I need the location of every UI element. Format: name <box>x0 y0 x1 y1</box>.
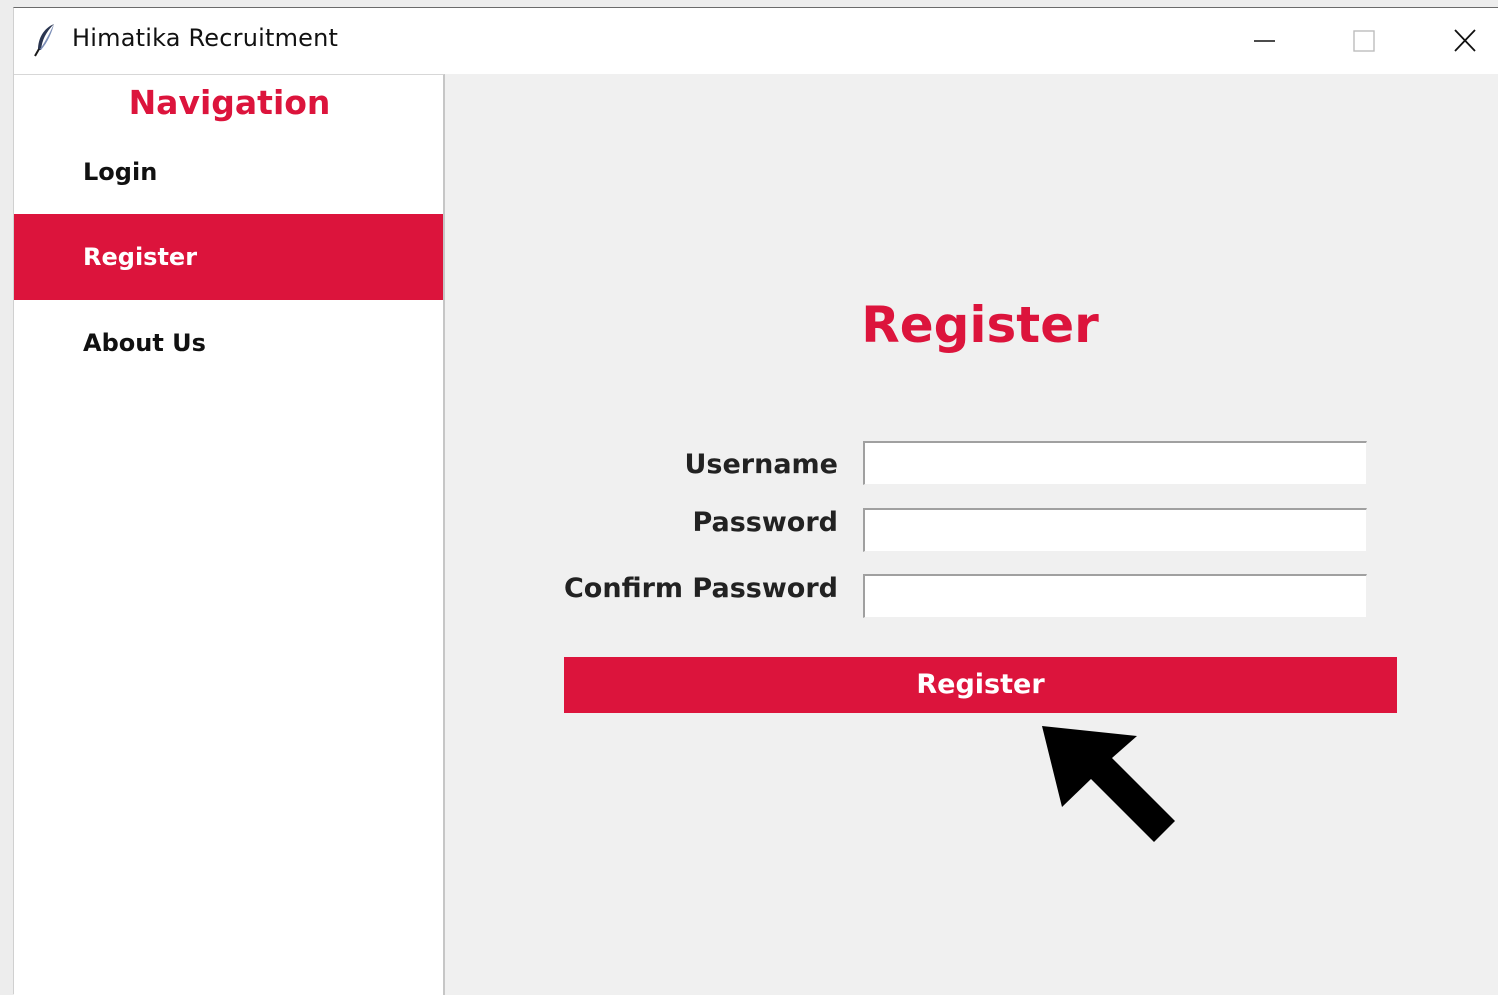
navigation-sidebar: Navigation Login Register About Us <box>14 74 445 995</box>
confirm-password-field[interactable] <box>863 574 1367 618</box>
register-button[interactable]: Register <box>564 657 1397 713</box>
maximize-icon <box>1353 30 1375 52</box>
minimize-button[interactable] <box>1214 8 1314 74</box>
sidebar-item-about-us[interactable]: About Us <box>14 300 443 386</box>
password-label: Password <box>692 507 838 538</box>
minimize-icon <box>1254 40 1275 42</box>
password-field[interactable] <box>863 508 1367 552</box>
arrow-pointer-icon <box>1042 726 1175 842</box>
sidebar-item-login[interactable]: Login <box>14 129 443 215</box>
username-field[interactable] <box>863 441 1367 485</box>
title-bar: Himatika Recruitment <box>14 8 1498 74</box>
window-title: Himatika Recruitment <box>72 24 339 52</box>
page-title: Register <box>861 296 1099 354</box>
app-window: Himatika Recruitment Navigation Login Re… <box>13 7 1498 995</box>
close-button[interactable] <box>1414 8 1498 74</box>
navigation-heading: Navigation <box>128 83 331 122</box>
sidebar-item-register[interactable]: Register <box>14 214 443 300</box>
register-panel: Register Username Password Confirm Passw… <box>445 74 1498 995</box>
confirm-password-label: Confirm Password <box>563 573 838 604</box>
close-icon <box>1454 29 1476 52</box>
username-label: Username <box>684 449 838 480</box>
feather-icon <box>34 24 54 57</box>
maximize-button[interactable] <box>1314 8 1414 74</box>
